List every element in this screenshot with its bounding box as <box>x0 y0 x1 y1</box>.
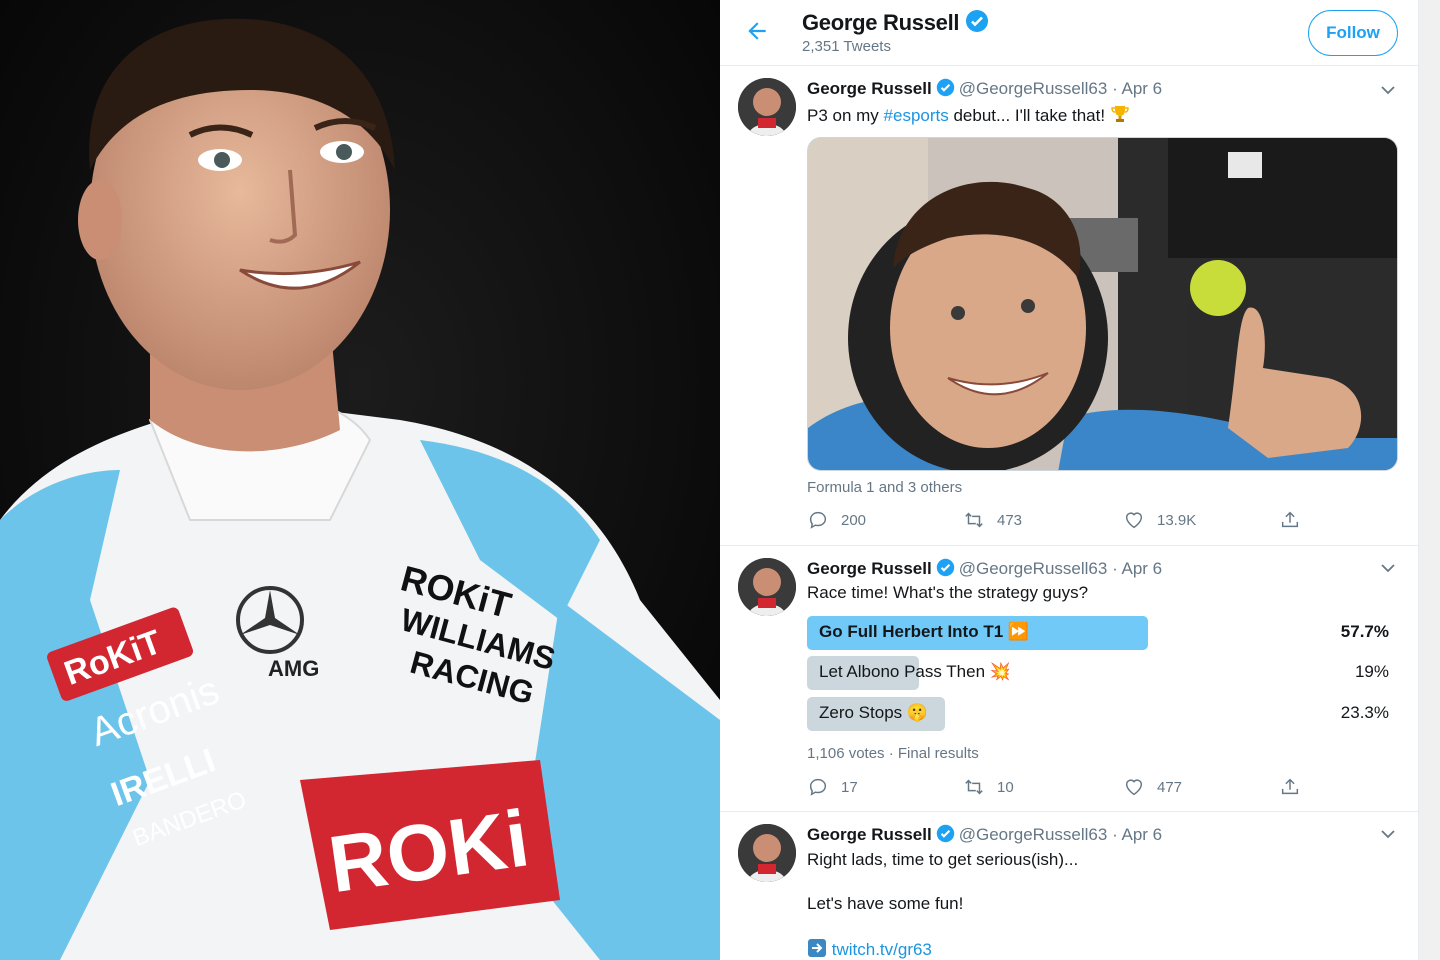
reply-button[interactable]: 17 <box>807 776 858 798</box>
retweet-button[interactable]: 473 <box>963 509 1022 531</box>
arrow-right-emoji-icon <box>808 939 826 957</box>
profile-name: George Russell <box>802 9 989 36</box>
trophy-icon <box>1111 106 1129 122</box>
like-button[interactable]: 477 <box>1123 776 1182 798</box>
share-button[interactable] <box>1279 509 1313 531</box>
tweet-2[interactable]: George Russell @GeorgeRussell63 · Apr 6 R… <box>720 546 1418 812</box>
back-arrow-icon[interactable] <box>744 18 770 44</box>
tweet-actions: 200 473 13.9K <box>807 509 1307 533</box>
tweet-text: P3 on my #esports debut... I'll take tha… <box>807 104 1130 126</box>
tweet-header: George Russell @GeorgeRussell63 · Apr 6 <box>807 558 1162 579</box>
poll-option-1: Go Full Herbert Into T1 ⏩ 57.7% <box>807 616 1389 650</box>
tweet-date[interactable]: · Apr 6 <box>1112 559 1162 578</box>
tweet-1[interactable]: George Russell @GeorgeRussell63 · Apr 6 P… <box>720 66 1418 546</box>
reply-button[interactable]: 200 <box>807 509 866 531</box>
chevron-down-icon[interactable] <box>1380 82 1396 98</box>
tweet-3[interactable]: George Russell @GeorgeRussell63 · Apr 6 R… <box>720 812 1418 960</box>
twitter-profile-panel: George Russell 2,351 Tweets Follow Georg… <box>720 0 1440 960</box>
scrollbar-track[interactable] <box>1418 0 1440 960</box>
poll-percentage: 23.3% <box>1340 703 1389 722</box>
author-name[interactable]: George Russell <box>807 825 932 844</box>
twitch-link[interactable]: twitch.tv/gr63 <box>832 940 932 959</box>
retweet-icon <box>965 512 983 528</box>
profile-header: George Russell 2,351 Tweets Follow <box>720 0 1418 66</box>
retweet-icon <box>965 779 983 795</box>
share-icon <box>1281 511 1299 528</box>
poll-option-2: Let Albono Pass Then 💥 19% <box>807 656 1389 690</box>
tweet-text-line-1: Right lads, time to get serious(ish)... <box>807 850 1079 869</box>
poll-results-meta: 1,106 votes · Final results <box>807 745 979 762</box>
reply-icon <box>809 778 827 796</box>
follow-button[interactable]: Follow <box>1308 10 1398 56</box>
tagged-users[interactable]: Formula 1 and 3 others <box>807 479 962 496</box>
author-handle[interactable]: @GeorgeRussell63 <box>959 825 1108 844</box>
author-name[interactable]: George Russell <box>807 79 932 98</box>
hashtag-link[interactable]: #esports <box>884 106 949 125</box>
avatar[interactable] <box>738 558 796 616</box>
tweet-date[interactable]: · Apr 6 <box>1112 79 1162 98</box>
portrait-photo: ROKi RoKiT Acronis IRELLI BANDERO AMG RO… <box>0 0 720 960</box>
like-icon <box>1125 512 1143 529</box>
tweet-text: Race time! What's the strategy guys? <box>807 583 1089 602</box>
like-button[interactable]: 13.9K <box>1123 509 1196 531</box>
author-handle[interactable]: @GeorgeRussell63 <box>959 559 1108 578</box>
like-icon <box>1125 779 1143 796</box>
author-handle[interactable]: @GeorgeRussell63 <box>959 79 1108 98</box>
tweet-date[interactable]: · Apr 6 <box>1112 825 1162 844</box>
tweet-photo[interactable] <box>807 137 1398 471</box>
tweet-header: George Russell @GeorgeRussell63 · Apr 6 <box>807 78 1162 99</box>
verified-badge-icon <box>966 10 989 32</box>
poll-percentage: 57.7% <box>1340 622 1389 641</box>
reply-icon <box>809 511 827 529</box>
poll-option-3: Zero Stops 🤫 23.3% <box>807 697 1389 731</box>
poll-option-label: Let Albono Pass Then 💥 <box>819 662 1011 681</box>
poll-percentage: 19% <box>1354 662 1389 681</box>
chevron-down-icon[interactable] <box>1380 560 1396 576</box>
tweet-actions: 17 10 477 <box>807 776 1307 800</box>
chevron-down-icon[interactable] <box>1380 826 1396 842</box>
tweet-count: 2,351 Tweets <box>802 38 891 55</box>
retweet-button[interactable]: 10 <box>963 776 1014 798</box>
verified-badge-icon <box>936 824 954 843</box>
tweet-text-line-2: Let's have some fun! <box>807 894 964 913</box>
tweet-link-line: twitch.tv/gr63 <box>807 938 932 960</box>
verified-badge-icon <box>936 558 954 577</box>
svg-text:AMG: AMG <box>268 656 319 681</box>
author-name[interactable]: George Russell <box>807 559 932 578</box>
avatar[interactable] <box>738 824 796 882</box>
verified-badge-icon <box>936 78 954 97</box>
poll-option-label: Zero Stops 🤫 <box>819 703 929 722</box>
share-button[interactable] <box>1279 776 1313 798</box>
poll-option-label: Go Full Herbert Into T1 ⏩ <box>819 622 1030 641</box>
avatar[interactable] <box>738 78 796 136</box>
share-icon <box>1281 778 1299 795</box>
tweet-header: George Russell @GeorgeRussell63 · Apr 6 <box>807 824 1162 845</box>
